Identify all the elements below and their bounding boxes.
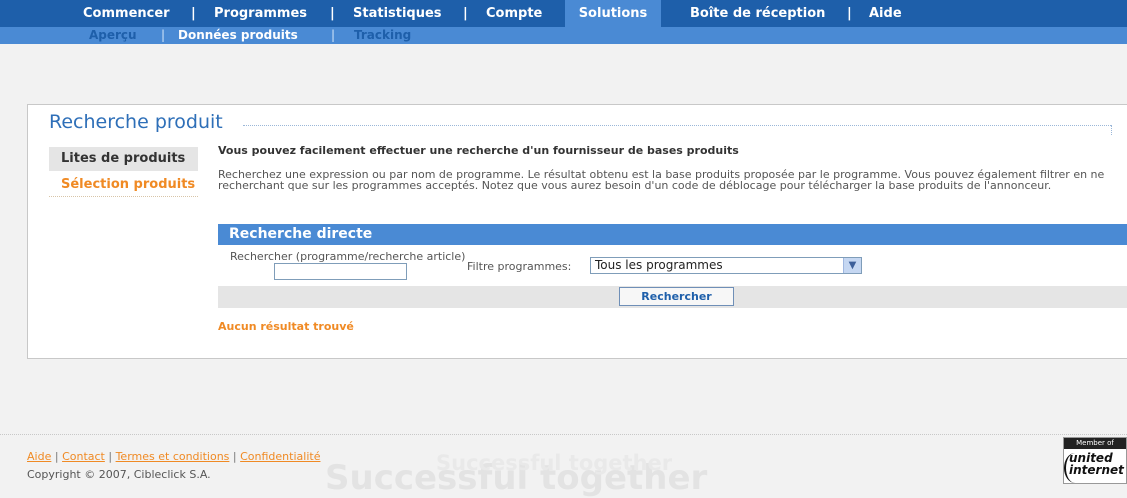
top-navigation: Commencer | Programmes | Statistiques | … (0, 0, 1127, 44)
intro-text: Vous pouvez facilement effectuer une rec… (218, 144, 739, 157)
badge-member-of: Member of (1064, 438, 1126, 449)
nav-solutions[interactable]: Solutions (565, 0, 661, 27)
united-internet-logo: Member of united internet (1063, 437, 1127, 484)
footer-link-termes[interactable]: Termes et conditions (116, 450, 230, 463)
no-results-message: Aucun résultat trouvé (218, 320, 354, 333)
title-divider-end (1111, 125, 1112, 135)
main-nav: Commencer | Programmes | Statistiques | … (0, 0, 1127, 27)
direct-search-box: Recherche directe Rechercher (programme/… (218, 224, 1127, 308)
copyright-text: Copyright © 2007, Cibleclick S.A. (27, 468, 211, 481)
footer-link-aide[interactable]: Aide (27, 450, 51, 463)
search-button-row: Rechercher (218, 286, 1127, 308)
program-filter-value: Tous les programmes (595, 258, 723, 272)
search-button[interactable]: Rechercher (619, 287, 734, 306)
subnav-apercu[interactable]: Aperçu (89, 27, 137, 44)
subnav-tracking[interactable]: Tracking (354, 27, 411, 44)
footer-watermark: Successful together (436, 451, 673, 475)
search-label: Rechercher (programme/recherche article) (230, 250, 466, 263)
description-text: Recherchez une expression ou par nom de … (218, 168, 1105, 192)
filter-label: Filtre programmes: (467, 260, 572, 273)
nav-boite-de-reception[interactable]: Boîte de réception (690, 0, 825, 27)
nav-separator: | (463, 6, 468, 21)
badge-line2: internet (1069, 463, 1124, 477)
sidebar-item-lites-de-produits[interactable]: Lites de produits (49, 147, 198, 171)
search-header: Recherche directe (218, 224, 1127, 245)
subnav-donnees-produits[interactable]: Données produits (178, 27, 298, 44)
nav-separator: | (191, 6, 196, 21)
subnav-separator: | (161, 28, 166, 42)
nav-aide[interactable]: Aide (869, 0, 902, 27)
footer-separator: | (232, 450, 237, 463)
nav-compte[interactable]: Compte (486, 0, 542, 27)
search-input[interactable] (274, 263, 407, 280)
sub-nav: Aperçu | Données produits | Tracking (0, 27, 1127, 44)
footer-link-contact[interactable]: Contact (62, 450, 105, 463)
nav-programmes[interactable]: Programmes (214, 0, 307, 27)
footer-separator: | (54, 450, 59, 463)
sidebar-item-selection-produits[interactable]: Sélection produits (49, 173, 198, 197)
program-filter-select[interactable]: Tous les programmes ▼ (590, 257, 862, 274)
footer-link-confidentialite[interactable]: Confidentialité (240, 450, 320, 463)
nav-separator: | (847, 6, 852, 21)
page-title: Recherche produit (49, 111, 225, 133)
nav-statistiques[interactable]: Statistiques (353, 0, 442, 27)
nav-separator: | (330, 6, 335, 21)
search-fields-row: Rechercher (programme/recherche article)… (218, 245, 1127, 286)
nav-commencer[interactable]: Commencer (83, 0, 170, 27)
subnav-separator: | (331, 28, 336, 42)
footer-links: Aide | Contact | Termes et conditions | … (27, 450, 320, 463)
footer-divider (0, 434, 1127, 435)
chevron-down-icon[interactable]: ▼ (843, 258, 861, 273)
title-divider (243, 125, 1111, 126)
footer-separator: | (108, 450, 113, 463)
